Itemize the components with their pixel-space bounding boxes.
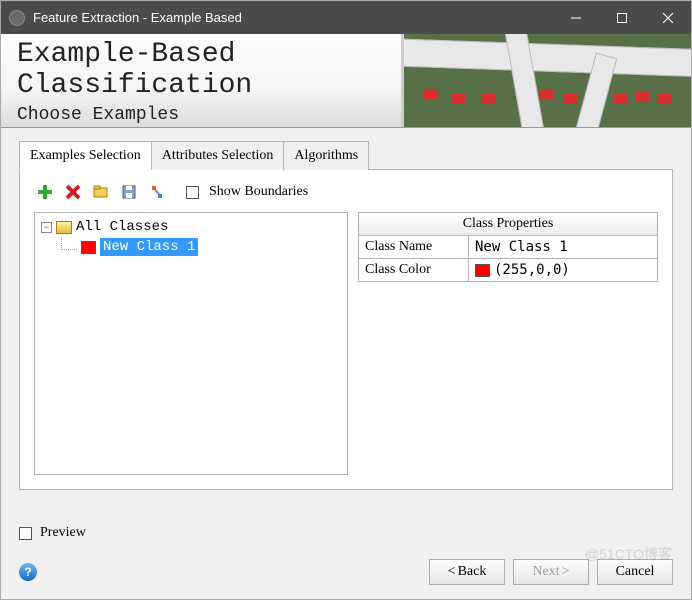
folder-open-icon: [93, 184, 109, 200]
tree-connector: [61, 238, 77, 250]
preview-label: Preview: [40, 525, 86, 541]
main-columns: − All Classes New Class 1 Class Properti…: [34, 212, 658, 475]
maximize-button[interactable]: [599, 1, 645, 34]
property-label-name: Class Name: [359, 236, 469, 258]
show-boundaries-label: Show Boundaries: [209, 184, 308, 200]
property-value-name[interactable]: New Class 1: [469, 236, 657, 258]
next-button[interactable]: Next >: [513, 559, 589, 585]
class-properties-panel: Class Properties Class Name New Class 1 …: [358, 212, 658, 475]
class-toolbar: Show Boundaries: [34, 180, 658, 204]
class-properties-header: Class Properties: [358, 212, 658, 236]
class-tree[interactable]: − All Classes New Class 1: [34, 212, 348, 475]
window-title: Feature Extraction - Example Based: [33, 10, 553, 25]
delete-class-button[interactable]: [62, 181, 84, 203]
open-button[interactable]: [90, 181, 112, 203]
tab-examples-selection[interactable]: Examples Selection: [19, 141, 152, 170]
cancel-button-label: Cancel: [616, 564, 655, 580]
tool-icon: [149, 184, 165, 200]
collapse-icon[interactable]: −: [41, 222, 52, 233]
back-button[interactable]: < Back: [429, 559, 505, 585]
tab-strip: Examples Selection Attributes Selection …: [19, 140, 673, 170]
add-class-button[interactable]: [34, 181, 56, 203]
property-value-color[interactable]: (255,0,0): [469, 259, 657, 281]
save-icon: [121, 184, 137, 200]
class-color-swatch: [81, 241, 96, 254]
minimize-button[interactable]: [553, 1, 599, 34]
cancel-button[interactable]: Cancel: [597, 559, 673, 585]
next-button-label: Next: [532, 564, 559, 580]
compute-button[interactable]: [146, 181, 168, 203]
save-button[interactable]: [118, 181, 140, 203]
tab-attributes-selection[interactable]: Attributes Selection: [151, 141, 285, 170]
preview-row: Preview: [19, 525, 673, 541]
app-icon: [9, 10, 25, 26]
property-value-color-text: (255,0,0): [494, 262, 570, 278]
wizard-header-text: Example-Based Classification Choose Exam…: [1, 34, 401, 127]
wizard-content: Examples Selection Attributes Selection …: [1, 128, 691, 515]
wizard-footer: Preview ? < Back Next > Cancel @51CTO博客: [1, 515, 691, 599]
tree-child-node[interactable]: New Class 1: [61, 237, 341, 257]
wizard-header: Example-Based Classification Choose Exam…: [1, 34, 691, 128]
tree-root-node[interactable]: − All Classes: [41, 217, 341, 237]
chevron-left-icon: <: [448, 564, 456, 580]
property-row-name: Class Name New Class 1: [358, 236, 658, 259]
tab-panel-examples-selection: Show Boundaries − All Classes New Class …: [19, 170, 673, 490]
tree-child-label: New Class 1: [100, 238, 198, 256]
folder-icon: [56, 221, 72, 234]
plus-icon: [37, 184, 53, 200]
tree-root-label: All Classes: [76, 219, 168, 235]
wizard-header-image: [401, 34, 691, 127]
chevron-right-icon: >: [562, 564, 570, 580]
color-swatch-icon: [475, 264, 490, 277]
help-button[interactable]: ?: [19, 563, 37, 581]
window-titlebar: Feature Extraction - Example Based: [1, 1, 691, 34]
property-label-color: Class Color: [359, 259, 469, 281]
preview-checkbox[interactable]: [19, 527, 32, 540]
show-boundaries-checkbox[interactable]: [186, 186, 199, 199]
wizard-title: Example-Based Classification: [17, 39, 385, 101]
tab-algorithms[interactable]: Algorithms: [283, 141, 369, 170]
button-row: ? < Back Next > Cancel: [19, 559, 673, 585]
wizard-subtitle: Choose Examples: [17, 105, 385, 125]
property-row-color: Class Color (255,0,0): [358, 259, 658, 282]
x-icon: [65, 184, 81, 200]
back-button-label: Back: [458, 564, 487, 580]
close-button[interactable]: [645, 1, 691, 34]
